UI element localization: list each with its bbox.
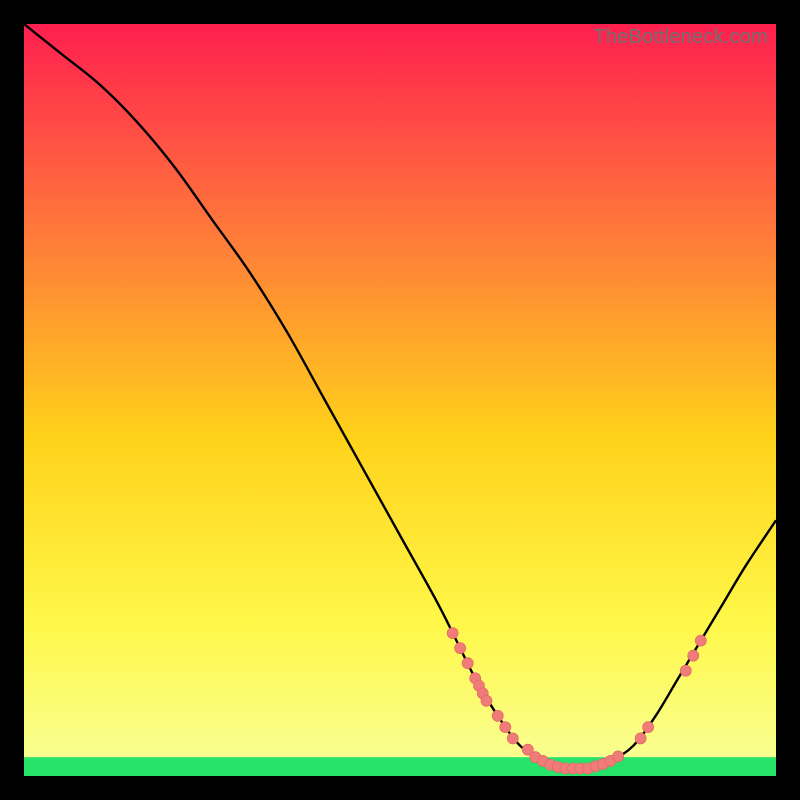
curve-marker [643, 722, 654, 733]
curve-marker [492, 710, 503, 721]
curve-marker [447, 628, 458, 639]
curve-marker [635, 733, 646, 744]
chart-svg [24, 24, 776, 776]
curve-marker [680, 665, 691, 676]
chart-frame: TheBottleneck.com [24, 24, 776, 776]
watermark-text: TheBottleneck.com [593, 26, 768, 49]
curve-marker [481, 695, 492, 706]
curve-marker [507, 733, 518, 744]
heat-gradient-rect [24, 24, 776, 776]
curve-marker [500, 722, 511, 733]
curve-marker [455, 643, 466, 654]
green-band-rect [24, 757, 776, 776]
curve-marker [462, 658, 473, 669]
curve-marker [688, 650, 699, 661]
bottleneck-curve-plot [24, 24, 776, 776]
curve-marker [613, 751, 624, 762]
curve-marker [695, 635, 706, 646]
